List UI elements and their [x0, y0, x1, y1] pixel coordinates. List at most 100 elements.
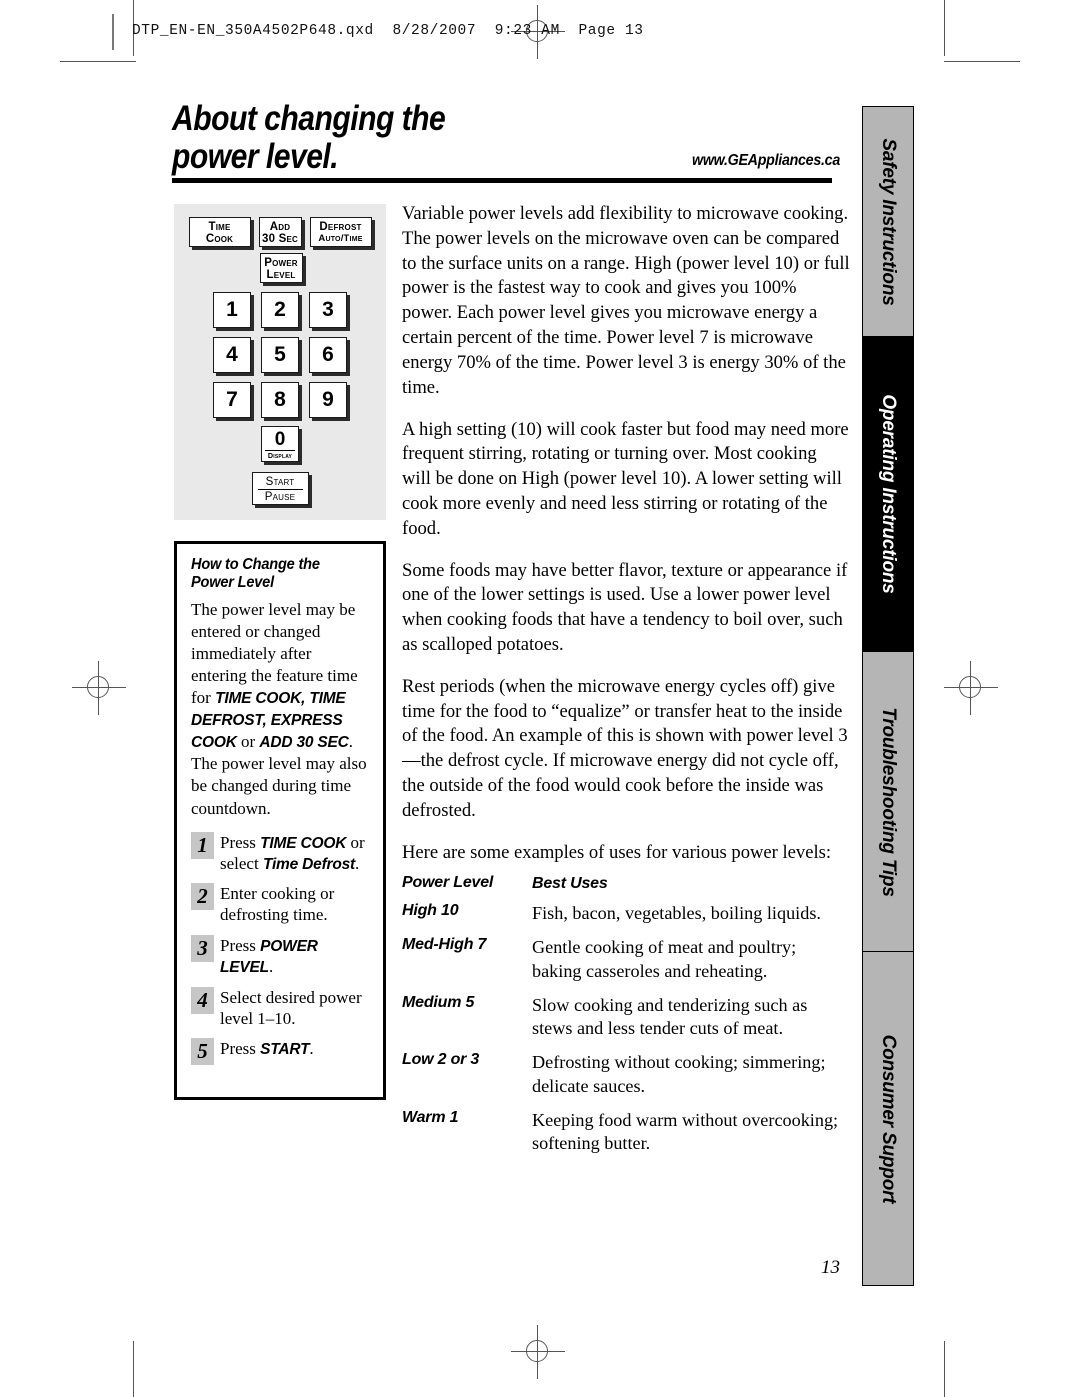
tab-troubleshooting-tips[interactable]: Troubleshooting Tips — [862, 651, 914, 951]
title-underline-rule — [172, 178, 832, 183]
table-row: Medium 5 Slow cooking and tenderizing su… — [402, 994, 850, 1052]
tab-consumer-support[interactable]: Consumer Support — [862, 951, 914, 1286]
body-paragraph: A high setting (10) will cook faster but… — [402, 418, 849, 539]
step-number: 3 — [191, 935, 214, 963]
step-text-part1: Enter cooking or defrosting time. — [220, 884, 335, 925]
cell-power-level: High 10 — [402, 901, 459, 919]
column-header-best-uses: Best Uses — [532, 874, 608, 892]
tab-label: Consumer Support — [878, 1034, 899, 1203]
crop-mark-bottom-left-v — [133, 1341, 134, 1397]
how-to-change-power-level-box: How to Change the Power Level The power … — [174, 541, 386, 1100]
body-paragraph: Some foods may have better flavor, textu… — [402, 559, 848, 655]
main-body-column: Variable power levels add flexibility to… — [402, 202, 850, 1167]
registration-mark-left — [72, 661, 126, 715]
number-key-4[interactable]: 4 — [213, 337, 251, 373]
power-level-button[interactable]: Power Level — [259, 253, 303, 283]
keypad-function-row-1: Time Cook Add 30 Sec Defrost Auto/Time — [174, 204, 386, 247]
step-text-bold1: TIME COOK — [260, 834, 347, 852]
table-row: Low 2 or 3 Defrosting without cooking; s… — [402, 1051, 850, 1109]
cell-power-level: Warm 1 — [402, 1109, 459, 1127]
crop-mark-top-left-h — [60, 61, 136, 62]
table-row: Warm 1 Keeping food warm without overcoo… — [402, 1109, 850, 1167]
number-key-8[interactable]: 8 — [261, 382, 299, 418]
step-text-bold2: Time Defrost — [262, 855, 356, 873]
body-paragraph: Variable power levels add flexibility to… — [402, 203, 850, 398]
list-item: 4 Select desired power level 1–10. — [191, 986, 371, 1029]
keypad-zero-row: 0 Display — [174, 418, 386, 462]
list-item: 2 Enter cooking or defrosting time. — [191, 883, 371, 926]
cell-best-uses: Defrosting without cooking; simmering; d… — [532, 1052, 826, 1096]
how-para1-end: . — [348, 732, 353, 752]
tab-operating-instructions[interactable]: Operating Instructions — [862, 336, 914, 651]
keypad-number-row-2: 4 5 6 — [174, 328, 386, 373]
list-item: 5 Press START. — [191, 1038, 371, 1066]
tab-label: Troubleshooting Tips — [878, 706, 899, 897]
tab-label: Operating Instructions — [878, 394, 899, 594]
cell-power-level: Low 2 or 3 — [402, 1051, 480, 1069]
crop-mark-bottom-right-v — [944, 1341, 945, 1397]
add-30-sec-button[interactable]: Add 30 Sec — [258, 217, 302, 247]
step-text: Press START. — [220, 1038, 314, 1060]
page-number: 13 — [821, 1257, 840, 1278]
keypad-function-row-2: Power Level — [174, 247, 386, 283]
number-key-3[interactable]: 3 — [309, 292, 347, 328]
pause-label: Pause — [264, 491, 296, 503]
number-key-2[interactable]: 2 — [261, 292, 299, 328]
step-text-part1: Press — [220, 936, 261, 956]
step-number: 2 — [191, 883, 214, 911]
step-text-part3: . — [355, 853, 360, 873]
step-text: Press TIME COOK or select Time Defrost. — [220, 832, 371, 875]
column-header-power-level: Power Level — [402, 873, 494, 891]
how-to-heading: How to Change the Power Level — [191, 556, 320, 592]
number-key-9[interactable]: 9 — [309, 382, 347, 418]
control-panel-diagram: Time Cook Add 30 Sec Defrost Auto/Time P… — [174, 204, 386, 520]
step-text: Enter cooking or defrosting time. — [220, 883, 371, 926]
number-key-0-display[interactable]: 0 Display — [261, 426, 299, 462]
how-to-paragraph-2: The power level may also be changed duri… — [191, 754, 367, 818]
section-tab-strip: Safety Instructions Operating Instructio… — [862, 106, 914, 1286]
step-text-part1: Press — [220, 832, 261, 852]
step-text-part2: . — [309, 1039, 314, 1059]
time-cook-label-line2: Cook — [205, 232, 234, 245]
table-row: Med-High 7 Gentle cooking of meat and po… — [402, 936, 850, 994]
cell-best-uses: Gentle cooking of meat and poultry; baki… — [532, 937, 797, 981]
how-to-paragraph-1: The power level may be entered or change… — [191, 599, 371, 754]
number-key-7[interactable]: 7 — [213, 382, 251, 418]
tab-label: Safety Instructions — [878, 137, 899, 306]
step-text-part2: . — [268, 957, 274, 976]
defrost-label-line2: Auto/Time — [318, 232, 363, 244]
display-label: Display — [265, 450, 295, 459]
step-text: Select desired power level 1–10. — [220, 987, 371, 1029]
how-para1-mid: or — [236, 732, 260, 752]
list-item: 1 Press TIME COOK or select Time Defrost… — [191, 831, 371, 875]
time-cook-button[interactable]: Time Cook — [188, 217, 251, 247]
tab-safety-instructions[interactable]: Safety Instructions — [862, 106, 914, 336]
how-para1-bold2: ADD 30 SEC — [259, 734, 349, 752]
table-header-row: Power Level Best Uses — [402, 874, 850, 902]
number-key-6[interactable]: 6 — [309, 337, 347, 373]
cell-best-uses: Keeping food warm without overcooking; s… — [532, 1110, 839, 1154]
registration-mark-bottom — [511, 1325, 565, 1379]
body-paragraph: Here are some examples of uses for vario… — [402, 841, 832, 863]
step-text-part1: Press — [220, 1039, 261, 1059]
cell-best-uses: Fish, bacon, vegetables, boiling liquids… — [532, 902, 821, 923]
website-url: www.GEAppliances.ca — [692, 152, 840, 169]
step-text: Press POWER LEVEL. — [220, 935, 371, 978]
defrost-auto-time-button[interactable]: Defrost Auto/Time — [309, 217, 372, 247]
power-level-uses-table: Power Level Best Uses High 10 Fish, baco… — [402, 874, 850, 1167]
keypad-number-row-1: 1 2 3 — [174, 283, 386, 328]
number-key-5[interactable]: 5 — [261, 337, 299, 373]
registration-mark-right — [944, 661, 998, 715]
keypad-number-row-3: 7 8 9 — [174, 373, 386, 418]
body-paragraph: Rest periods (when the microwave energy … — [402, 675, 848, 821]
number-key-1[interactable]: 1 — [213, 292, 251, 328]
zero-label: 0 — [274, 429, 286, 450]
start-pause-button[interactable]: Start Pause — [251, 472, 309, 505]
file-header-strip: DTP_EN-EN_350A4502P648.qxd 8/28/2007 9:2… — [112, 14, 644, 50]
power-level-label-line2: Level — [266, 268, 296, 281]
cell-power-level: Med-High 7 — [402, 936, 487, 954]
step-number: 1 — [191, 831, 214, 859]
how-to-steps-list: 1 Press TIME COOK or select Time Defrost… — [191, 831, 371, 1066]
list-item: 3 Press POWER LEVEL. — [191, 935, 371, 978]
crop-mark-top-right-h — [944, 61, 1020, 62]
